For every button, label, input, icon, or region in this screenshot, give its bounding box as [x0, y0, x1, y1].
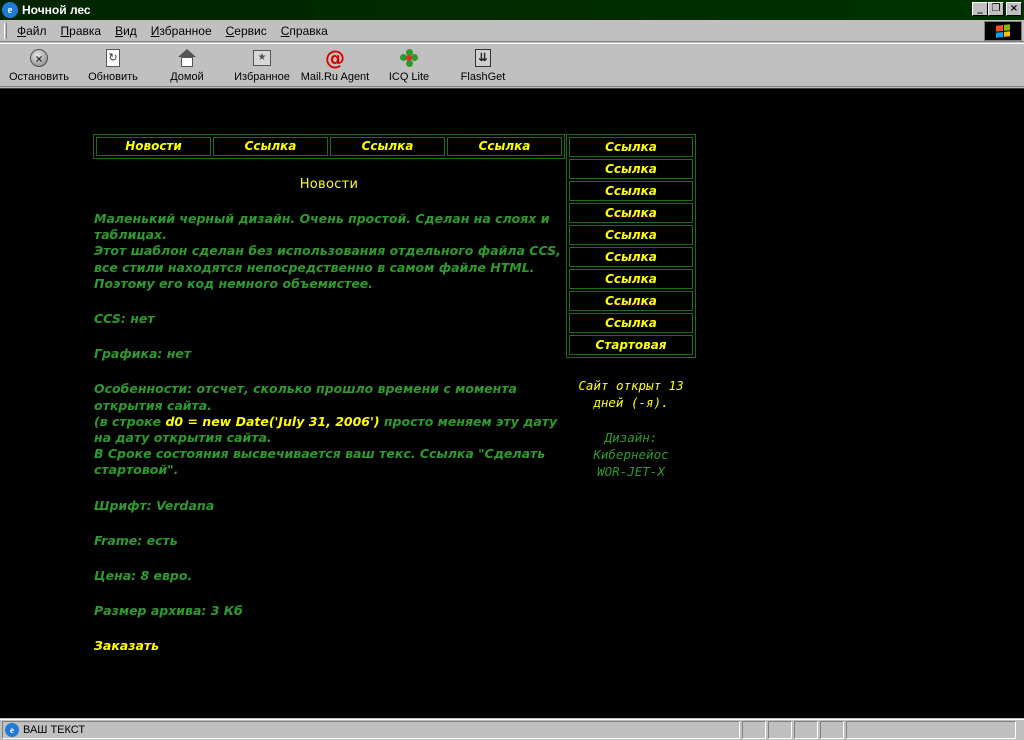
status-bar: e ВАШ ТЕКСТ	[0, 719, 1024, 740]
flashget-label: FlashGet	[460, 71, 506, 83]
date-instruction-prefix: (в строке	[94, 413, 166, 429]
icq-flower-icon	[399, 48, 419, 68]
top-nav-link-1[interactable]: Ссылка	[213, 137, 328, 156]
description-text: Этот шаблон сделан без использования отд…	[94, 243, 561, 291]
design-label: Дизайн:	[604, 430, 658, 445]
menu-tools-accel: С	[225, 23, 235, 38]
menu-edit[interactable]: Правка	[54, 24, 109, 38]
window-controls: _ ❐ ×	[972, 2, 1022, 16]
favorites-icon: ★	[252, 48, 272, 68]
ie-icon[interactable]: e	[2, 2, 18, 18]
menu-help-label: правка	[289, 23, 328, 38]
side-nav-link-6[interactable]: Ссылка	[569, 247, 693, 267]
designer-name: Кибернейос	[593, 447, 669, 462]
stop-button[interactable]: × Остановить	[8, 48, 70, 86]
menu-favorites-label: збранное	[159, 23, 212, 38]
order-link[interactable]: Заказать	[94, 638, 564, 654]
windows-flag-icon	[996, 24, 1010, 38]
title-bar: e Ночной лес _ ❐ ×	[0, 0, 1024, 20]
page-status-icon: e	[5, 723, 19, 737]
top-nav-news[interactable]: Новости	[96, 137, 211, 156]
icq-lite-label: ICQ Lite	[388, 71, 430, 83]
favorites-label: Избранное	[234, 71, 290, 83]
refresh-label: Обновить	[88, 71, 138, 83]
side-nav-link-1[interactable]: Ссылка	[569, 137, 693, 157]
top-nav-link-3[interactable]: Ссылка	[447, 137, 562, 156]
mailru-at-icon: @	[325, 46, 345, 70]
status-pane-1	[742, 721, 766, 739]
refresh-button[interactable]: ↻ Обновить	[86, 48, 140, 86]
frame-info: Frame: есть	[94, 532, 178, 548]
date-code-snippet: d0 = new Date('July 31, 2006')	[165, 413, 380, 429]
side-nav-link-7[interactable]: Ссылка	[569, 269, 693, 289]
top-nav-link-2[interactable]: Ссылка	[330, 137, 445, 156]
top-nav: Новости Ссылка Ссылка Ссылка	[93, 134, 565, 159]
site-opened-line: Сайт открыт 13	[566, 377, 696, 394]
page-content[interactable]: Новости Ссылка Ссылка Ссылка Ссылка Ссыл…	[0, 88, 1024, 718]
graphics-info: Графика: нет	[94, 346, 192, 362]
features-info: Особенности: отсчет, сколько прошло врем…	[94, 381, 517, 413]
favorites-button[interactable]: ★ Избранное	[232, 48, 292, 86]
status-text: ВАШ ТЕКСТ	[23, 724, 86, 736]
restore-button[interactable]: ❐	[988, 2, 1004, 16]
status-note: В Сроке состояния высвечивается ваш текс…	[94, 446, 546, 478]
side-nav-link-9[interactable]: Ссылка	[569, 313, 693, 333]
side-nav-link-4[interactable]: Ссылка	[569, 203, 693, 223]
menu-view[interactable]: Вид	[108, 24, 144, 38]
days-counter: 13	[668, 378, 684, 393]
side-nav-link-3[interactable]: Ссылка	[569, 181, 693, 201]
side-nav-link-2[interactable]: Ссылка	[569, 159, 693, 179]
menu-tools-label: ервис	[234, 23, 267, 38]
status-zone-pane	[846, 721, 1016, 739]
mailru-agent-button[interactable]: @ Mail.Ru Agent	[300, 48, 370, 86]
page-heading: Новости	[299, 177, 359, 192]
status-main-pane: e ВАШ ТЕКСТ	[2, 721, 740, 739]
menu-file[interactable]: Файл	[10, 24, 54, 38]
css-info: CCS: нет	[94, 311, 155, 327]
menu-view-accel: В	[115, 23, 124, 38]
menu-help[interactable]: Справка	[274, 24, 335, 38]
font-info: Шрифт: Verdana	[94, 497, 215, 513]
stop-icon: ×	[29, 48, 49, 68]
menu-tools[interactable]: Сервис	[219, 24, 274, 38]
status-pane-2	[768, 721, 792, 739]
site-opened-prefix: Сайт открыт	[578, 378, 669, 393]
refresh-icon: ↻	[103, 48, 123, 68]
mailru-agent-label: Mail.Ru Agent	[300, 71, 370, 83]
menu-file-label: айл	[26, 23, 47, 38]
minimize-button[interactable]: _	[972, 2, 988, 16]
menu-favorites[interactable]: Избранное	[144, 24, 219, 38]
archive-size-info: Размер архива: 3 Кб	[94, 603, 243, 619]
home-label: Домой	[170, 71, 204, 83]
side-nav: Ссылка Ссылка Ссылка Ссылка Ссылка Ссылк…	[566, 134, 696, 358]
menu-view-label: ид	[123, 23, 137, 38]
menu-grip[interactable]	[4, 22, 7, 39]
menu-edit-label: равка	[69, 23, 102, 38]
side-nav-link-5[interactable]: Ссылка	[569, 225, 693, 245]
site-info: Сайт открыт 13 дней (-я). Дизайн: Киберн…	[566, 377, 696, 480]
window-title: Ночной лес	[22, 3, 91, 17]
status-pane-3	[794, 721, 818, 739]
stop-label: Остановить	[8, 71, 70, 83]
icq-lite-button[interactable]: ICQ Lite	[388, 48, 430, 86]
menu-edit-accel: П	[60, 23, 70, 38]
designer-handle: WOR-JET-X	[597, 464, 665, 479]
side-nav-link-8[interactable]: Ссылка	[569, 291, 693, 311]
side-nav-start-page[interactable]: Стартовая	[569, 335, 693, 355]
site-opened-suffix: дней (-я).	[593, 395, 669, 410]
windows-logo	[984, 21, 1022, 41]
close-button[interactable]: ×	[1006, 2, 1022, 16]
news-body: Маленький черный дизайн. Очень простой. …	[94, 211, 564, 655]
toolbar: × Остановить ↻ Обновить Домой ★ Избранно…	[0, 43, 1024, 87]
home-icon	[177, 48, 197, 68]
menu-file-accel: Ф	[17, 23, 27, 38]
price-info: Цена: 8 евро.	[94, 568, 193, 584]
status-pane-4	[820, 721, 844, 739]
home-button[interactable]: Домой	[166, 48, 208, 86]
intro-text: Маленький черный дизайн. Очень простой. …	[94, 211, 550, 243]
flashget-icon: ⇊	[473, 48, 493, 68]
menu-bar: Файл Правка Вид Избранное Сервис Справка	[0, 20, 1024, 42]
date-instruction: (в строке d0 = new Date('July 31, 2006')…	[94, 414, 564, 446]
flashget-button[interactable]: ⇊ FlashGet	[460, 48, 506, 86]
